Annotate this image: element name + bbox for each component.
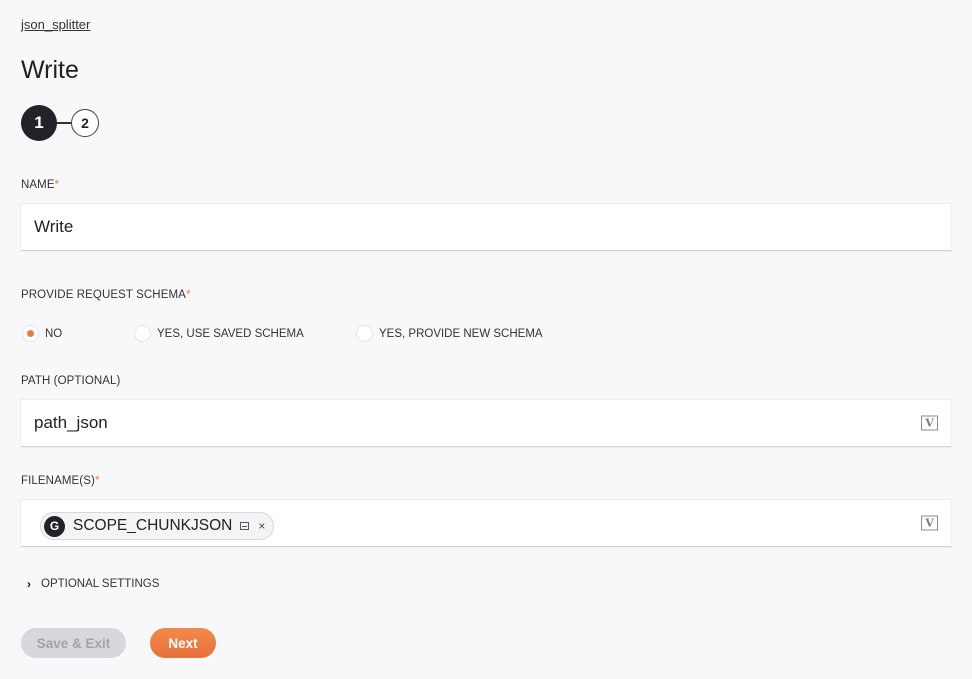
radio-yes-saved-schema[interactable]: YES, USE SAVED SCHEMA — [134, 325, 304, 342]
required-mark: * — [54, 179, 60, 191]
chevron-right-icon: › — [27, 577, 31, 591]
variable-icon[interactable]: V — [921, 515, 938, 531]
chip-details-icon[interactable] — [240, 522, 250, 530]
radio-circle[interactable] — [134, 325, 151, 342]
schema-label-text: PROVIDE REQUEST SCHEMA — [21, 289, 186, 301]
filenames-label-text: FILENAME(S) — [21, 475, 95, 487]
required-mark: * — [94, 475, 100, 487]
name-input[interactable]: Write — [21, 204, 951, 251]
radio-circle[interactable] — [356, 325, 373, 342]
close-icon[interactable]: × — [258, 519, 265, 533]
filenames-input[interactable]: G SCOPE_CHUNKJSON × V — [21, 500, 951, 547]
optional-settings-toggle[interactable]: › OPTIONAL SETTINGS — [27, 577, 159, 591]
step-1[interactable]: 1 — [21, 105, 57, 141]
radio-no[interactable]: NO — [22, 325, 62, 342]
name-input-value: Write — [34, 217, 74, 236]
chip-text: SCOPE_CHUNKJSON — [73, 517, 233, 534]
path-input-value: path_json — [34, 413, 108, 432]
radio-dot — [27, 330, 34, 337]
global-variable-badge: G — [44, 515, 65, 537]
radio-label: YES, USE SAVED SCHEMA — [157, 327, 304, 340]
page-title: Write — [21, 56, 79, 84]
variable-icon[interactable]: V — [921, 415, 938, 431]
name-label-text: NAME — [21, 179, 55, 191]
schema-radio-group: NO YES, USE SAVED SCHEMA YES, PROVIDE NE… — [22, 325, 622, 343]
path-label: PATH (OPTIONAL) — [21, 375, 121, 387]
breadcrumb-link[interactable]: json_splitter — [21, 17, 90, 32]
next-button[interactable]: Next — [150, 628, 216, 658]
radio-yes-new-schema[interactable]: YES, PROVIDE NEW SCHEMA — [356, 325, 543, 342]
path-input[interactable]: path_json V — [21, 400, 951, 447]
radio-label: NO — [45, 327, 63, 340]
required-mark: * — [185, 289, 191, 301]
radio-circle-selected[interactable] — [22, 325, 39, 342]
page: json_splitter Write 1 2 NAME* Write PROV… — [0, 0, 972, 679]
filenames-label: FILENAME(S)* — [21, 475, 100, 487]
step-connector — [57, 122, 71, 124]
radio-label: YES, PROVIDE NEW SCHEMA — [379, 327, 543, 340]
optional-settings-label: OPTIONAL SETTINGS — [41, 578, 160, 590]
save-exit-button[interactable]: Save & Exit — [21, 628, 126, 658]
filename-chip[interactable]: G SCOPE_CHUNKJSON × — [40, 512, 275, 540]
stepper: 1 2 — [21, 105, 99, 141]
step-2[interactable]: 2 — [71, 109, 99, 137]
name-label: NAME* — [21, 179, 59, 191]
schema-label: PROVIDE REQUEST SCHEMA* — [21, 289, 191, 301]
